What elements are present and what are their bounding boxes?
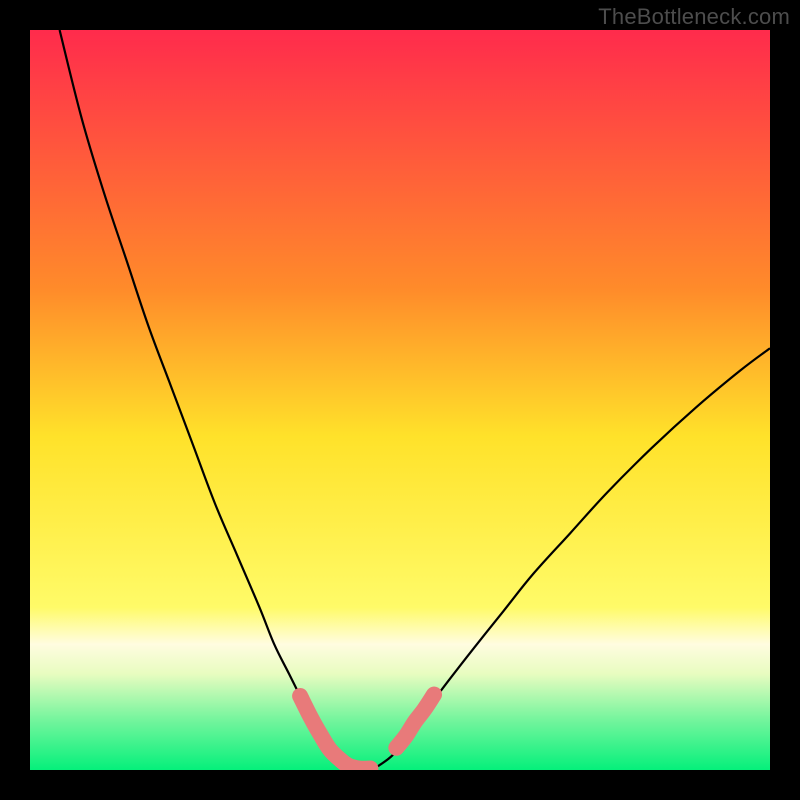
watermark-text: TheBottleneck.com bbox=[598, 4, 790, 30]
chart-frame: TheBottleneck.com bbox=[0, 0, 800, 800]
chart-svg bbox=[30, 30, 770, 770]
gradient-background bbox=[30, 30, 770, 770]
plot-area bbox=[30, 30, 770, 770]
